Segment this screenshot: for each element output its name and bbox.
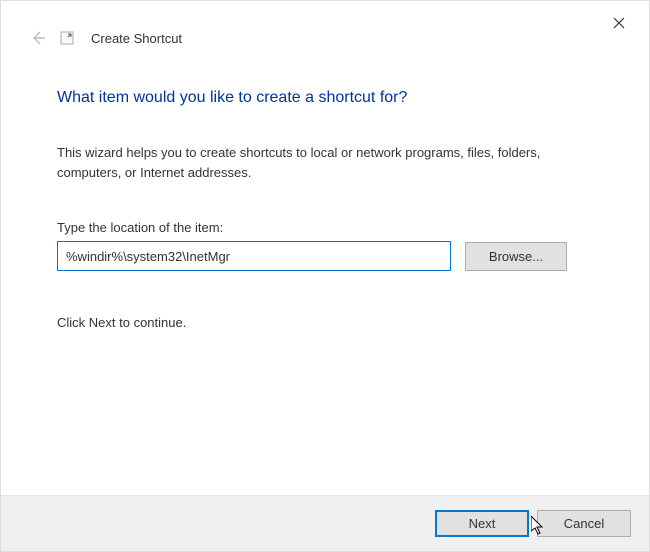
dialog-header: Create Shortcut — [1, 1, 649, 47]
dialog-content: What item would you like to create a sho… — [1, 47, 649, 330]
browse-button[interactable]: Browse... — [465, 242, 567, 271]
create-shortcut-dialog: Create Shortcut What item would you like… — [0, 0, 650, 552]
shortcut-icon — [59, 30, 75, 46]
back-arrow-icon — [30, 30, 46, 46]
wizard-description: This wizard helps you to create shortcut… — [57, 143, 593, 182]
input-row: Browse... — [57, 241, 593, 271]
back-button[interactable] — [29, 29, 47, 47]
wizard-title: Create Shortcut — [91, 31, 182, 46]
close-button[interactable] — [611, 15, 627, 31]
close-icon — [613, 17, 625, 29]
location-input[interactable] — [57, 241, 451, 271]
dialog-footer: Next Cancel — [1, 495, 649, 551]
next-button[interactable]: Next — [435, 510, 529, 537]
cancel-button[interactable]: Cancel — [537, 510, 631, 537]
continue-text: Click Next to continue. — [57, 315, 593, 330]
main-heading: What item would you like to create a sho… — [57, 89, 593, 107]
location-label: Type the location of the item: — [57, 220, 593, 235]
